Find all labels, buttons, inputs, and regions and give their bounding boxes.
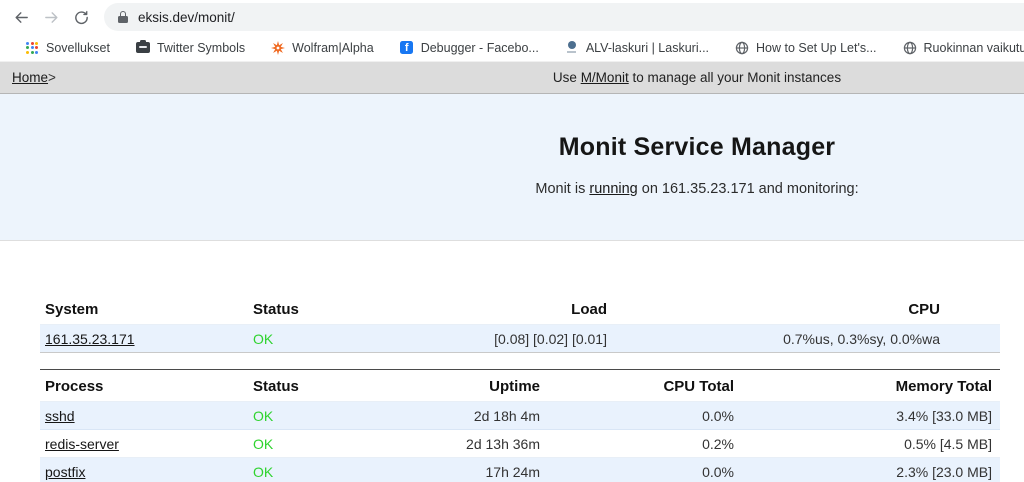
col-header-memory-total: Memory Total xyxy=(742,370,1000,402)
cpu-total-value-cell: 0.2% xyxy=(548,430,742,458)
wolfram-star-icon xyxy=(271,41,285,55)
col-header-cpu: CPU xyxy=(615,293,1000,325)
cpu-value: 0.7%us, 0.3%sy, 0.0%wa xyxy=(783,331,940,347)
page-subtitle: Monit is running on 161.35.23.171 and mo… xyxy=(0,181,1024,197)
memory-total-value-cell: 2.3% [23.0 MB] xyxy=(742,458,1000,482)
cpu-total-value: 0.0% xyxy=(702,464,734,480)
bookmark-item-0[interactable]: Sovellukset xyxy=(12,41,123,55)
bookmark-item-4[interactable]: ALV-laskuri | Laskuri... xyxy=(552,41,722,55)
back-button[interactable] xyxy=(6,2,36,32)
col-header-system: System xyxy=(40,293,248,325)
memory-total-value: 0.5% [4.5 MB] xyxy=(904,436,992,452)
bookmark-label: How to Set Up Let's... xyxy=(756,41,877,55)
col-header-status: Status xyxy=(248,370,415,402)
address-bar[interactable]: eksis.dev/monit/ xyxy=(104,3,1024,31)
system-host-link-cell: 161.35.23.171 xyxy=(40,325,248,353)
lock-icon[interactable] xyxy=(117,10,129,24)
mmonit-banner: Use M/Monit to manage all your Monit ins… xyxy=(0,62,1024,93)
mmonit-link[interactable]: M/Monit xyxy=(581,70,629,85)
memory-total-value: 2.3% [23.0 MB] xyxy=(896,464,992,480)
memory-total-value: 3.4% [33.0 MB] xyxy=(896,408,992,424)
bookmark-item-1[interactable]: Twitter Symbols xyxy=(123,41,258,55)
running-link[interactable]: running xyxy=(589,181,637,197)
home-link[interactable]: Home xyxy=(12,70,48,85)
bookmark-label: Twitter Symbols xyxy=(157,41,245,55)
refresh-icon xyxy=(73,9,90,26)
process-link[interactable]: sshd xyxy=(45,408,75,424)
bookmark-item-3[interactable]: f Debugger - Facebo... xyxy=(387,41,552,55)
breadcrumb-separator: > xyxy=(48,70,56,85)
memory-total-value-cell: 3.4% [33.0 MB] xyxy=(742,402,1000,430)
cpu-total-value-cell: 0.0% xyxy=(548,402,742,430)
status-value: OK xyxy=(253,408,273,424)
typewriter-icon xyxy=(136,41,150,55)
refresh-button[interactable] xyxy=(66,2,96,32)
forward-arrow-icon xyxy=(43,9,60,26)
url-text[interactable]: eksis.dev/monit/ xyxy=(138,10,235,25)
status-value: OK xyxy=(253,331,273,347)
process-link-cell: sshd xyxy=(40,402,248,430)
uptime-value: 2d 13h 36m xyxy=(466,436,540,452)
table-row: postfix OK 17h 24m 0.0% 2.3% [23.0 MB] xyxy=(40,458,1000,482)
browser-toolbar: eksis.dev/monit/ xyxy=(0,0,1024,34)
table-row: sshd OK 2d 18h 4m 0.0% 3.4% [33.0 MB] xyxy=(40,402,1000,430)
load-value-cell: [0.08] [0.02] [0.01] xyxy=(415,325,615,353)
monit-content: System Status Load CPU 161.35.23.171 OK [0… xyxy=(40,293,1000,482)
bookmark-label: Ruokinnan vaikutus... xyxy=(924,41,1024,55)
page-title: Monit Service Manager xyxy=(0,94,1024,162)
process-table-header-row: Process Status Uptime CPU Total Memory T… xyxy=(40,370,1000,402)
forward-button[interactable] xyxy=(36,2,66,32)
site-favicon xyxy=(565,41,579,55)
bookmark-label: ALV-laskuri | Laskuri... xyxy=(586,41,709,55)
hero-section: Monit Service Manager Monit is running o… xyxy=(0,94,1024,241)
status-value-cell: OK xyxy=(248,402,415,430)
table-row: redis-server OK 2d 13h 36m 0.2% 0.5% [4.5 MB… xyxy=(40,430,1000,458)
status-value: OK xyxy=(253,436,273,452)
uptime-value-cell: 17h 24m xyxy=(415,458,548,482)
process-link-cell: postfix xyxy=(40,458,248,482)
uptime-value: 17h 24m xyxy=(486,464,540,480)
cpu-total-value-cell: 0.0% xyxy=(548,458,742,482)
bookmark-item-2[interactable]: Wolfram|Alpha xyxy=(258,41,387,55)
uptime-value-cell: 2d 13h 36m xyxy=(415,430,548,458)
status-value-cell: OK xyxy=(248,458,415,482)
uptime-value: 2d 18h 4m xyxy=(474,408,540,424)
process-link[interactable]: postfix xyxy=(45,464,85,480)
cpu-total-value: 0.0% xyxy=(702,408,734,424)
col-header-process: Process xyxy=(40,370,248,402)
col-header-uptime: Uptime xyxy=(415,370,548,402)
monit-header-bar: Home > Use M/Monit to manage all your Mo… xyxy=(0,62,1024,94)
back-arrow-icon xyxy=(13,9,30,26)
bookmark-label: Sovellukset xyxy=(46,41,110,55)
system-table-header-row: System Status Load CPU xyxy=(40,293,1000,325)
facebook-icon: f xyxy=(400,41,414,55)
col-header-status: Status xyxy=(248,293,415,325)
process-link-cell: redis-server xyxy=(40,430,248,458)
globe-icon xyxy=(735,41,749,55)
status-value-cell: OK xyxy=(248,325,415,353)
bookmark-item-5[interactable]: How to Set Up Let's... xyxy=(722,41,890,55)
apps-grid-icon xyxy=(25,41,39,55)
bookmark-label: Debugger - Facebo... xyxy=(421,41,539,55)
cpu-value-cell: 0.7%us, 0.3%sy, 0.0%wa xyxy=(615,325,1000,353)
globe-icon xyxy=(903,41,917,55)
bookmark-item-6[interactable]: Ruokinnan vaikutus... xyxy=(890,41,1024,55)
monit-page: Home > Use M/Monit to manage all your Mo… xyxy=(0,62,1024,482)
system-host-link[interactable]: 161.35.23.171 xyxy=(45,331,135,347)
uptime-value-cell: 2d 18h 4m xyxy=(415,402,548,430)
bookmark-label: Wolfram|Alpha xyxy=(292,41,374,55)
process-table: Process Status Uptime CPU Total Memory T… xyxy=(40,369,1000,482)
status-value: OK xyxy=(253,464,273,480)
load-value: [0.08] [0.02] [0.01] xyxy=(494,331,607,347)
process-link[interactable]: redis-server xyxy=(45,436,119,452)
status-value-cell: OK xyxy=(248,430,415,458)
breadcrumb: Home > xyxy=(12,62,56,93)
col-header-cpu-total: CPU Total xyxy=(548,370,742,402)
table-row: 161.35.23.171 OK [0.08] [0.02] [0.01] 0.7%u… xyxy=(40,325,1000,353)
system-table: System Status Load CPU 161.35.23.171 OK [0… xyxy=(40,293,1000,353)
cpu-total-value: 0.2% xyxy=(702,436,734,452)
bookmarks-bar: Sovellukset Twitter Symbols Wolfram|Alpha f… xyxy=(0,34,1024,62)
col-header-load: Load xyxy=(415,293,615,325)
memory-total-value-cell: 0.5% [4.5 MB] xyxy=(742,430,1000,458)
